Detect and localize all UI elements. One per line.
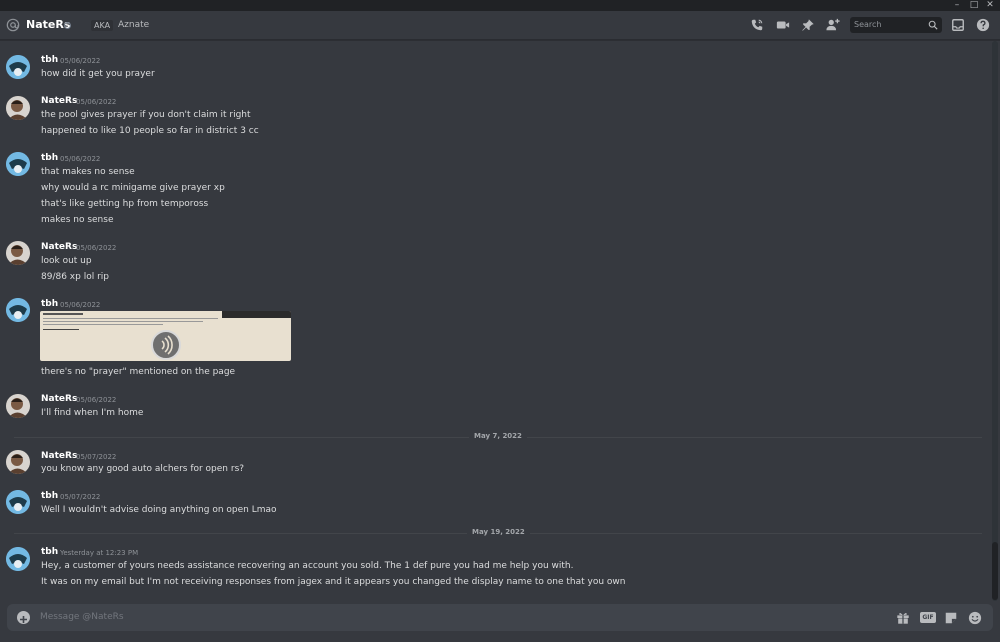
- message-author[interactable]: tbh: [41, 299, 58, 309]
- aka-nickname: Aznate: [118, 20, 150, 30]
- message-timestamp: 05/07/2022: [76, 453, 117, 461]
- emoji-icon[interactable]: [968, 611, 982, 625]
- pin-icon[interactable]: [801, 18, 815, 32]
- message-text: look out up: [41, 256, 92, 266]
- message-author[interactable]: NateRs: [41, 394, 77, 404]
- embed-text-line: [43, 329, 79, 330]
- message-timestamp: 05/06/2022: [60, 57, 101, 65]
- user-avatar[interactable]: [6, 152, 30, 176]
- message-timestamp: 05/06/2022: [76, 244, 117, 252]
- message-author[interactable]: NateRs: [41, 451, 77, 461]
- message-text: makes no sense: [41, 215, 114, 225]
- message-text: It was on my email but I'm not receiving…: [41, 577, 626, 587]
- message-text: that makes no sense: [41, 167, 135, 177]
- close-window-button[interactable]: ✕: [980, 0, 1000, 11]
- help-icon[interactable]: [976, 18, 990, 32]
- play-button[interactable]: [151, 330, 181, 360]
- message-text: Well I wouldn't advise doing anything on…: [41, 505, 277, 515]
- voice-call-icon[interactable]: [750, 18, 764, 32]
- message-text: happened to like 10 people so far in dis…: [41, 126, 259, 136]
- user-avatar[interactable]: [6, 298, 30, 322]
- embed-heading: [43, 313, 83, 315]
- date-divider-label: May 19, 2022: [467, 528, 530, 536]
- scrollbar-thumb[interactable]: [992, 542, 998, 600]
- message-author[interactable]: NateRs: [41, 242, 77, 252]
- video-call-icon[interactable]: [776, 18, 790, 32]
- embed-text-line: [43, 318, 218, 319]
- add-friend-icon[interactable]: [826, 18, 840, 32]
- message-text: that's like getting hp from tempoross: [41, 199, 209, 209]
- aka-badge: AKA: [91, 20, 114, 31]
- message-input[interactable]: Message @NateRs: [40, 612, 124, 622]
- scrollbar-track[interactable]: [992, 41, 998, 601]
- user-avatar[interactable]: [6, 547, 30, 571]
- sticker-icon[interactable]: [944, 611, 958, 625]
- message-timestamp: 05/06/2022: [60, 301, 101, 309]
- message-composer[interactable]: Message @NateRs GIF: [7, 604, 993, 631]
- message-author[interactable]: tbh: [41, 55, 58, 65]
- message-timestamp: 05/06/2022: [60, 155, 101, 163]
- message-text: Hey, a customer of yours needs assistanc…: [41, 561, 574, 571]
- message-timestamp: 05/06/2022: [76, 396, 117, 404]
- user-avatar[interactable]: [6, 241, 30, 265]
- message-timestamp: 05/07/2022: [60, 493, 101, 501]
- message-author[interactable]: tbh: [41, 491, 58, 501]
- message-text: there's no "prayer" mentioned on the pag…: [41, 367, 236, 377]
- user-avatar[interactable]: [6, 450, 30, 474]
- message-author[interactable]: tbh: [41, 547, 58, 557]
- video-attachment[interactable]: [40, 311, 291, 361]
- date-divider-label: May 7, 2022: [469, 432, 527, 440]
- user-avatar[interactable]: [6, 394, 30, 418]
- video-window-bar: [222, 311, 291, 318]
- search-icon: [928, 20, 938, 30]
- search-input[interactable]: Search: [850, 17, 942, 33]
- message-text: why would a rc minigame give prayer xp: [41, 183, 225, 193]
- gif-icon[interactable]: GIF: [920, 612, 936, 623]
- message-timestamp: Yesterday at 12:23 PM: [60, 549, 139, 557]
- user-avatar[interactable]: [6, 55, 30, 79]
- embed-text-line: [43, 321, 203, 322]
- user-avatar[interactable]: [6, 490, 30, 514]
- offline-status-icon: [64, 22, 71, 29]
- audio-waves-icon: [161, 335, 173, 355]
- inbox-icon[interactable]: [951, 18, 965, 32]
- message-text: 89/86 xp lol rip: [41, 272, 109, 282]
- message-author[interactable]: NateRs: [41, 96, 77, 106]
- gift-icon[interactable]: [896, 611, 910, 625]
- message-text: the pool gives prayer if you don't claim…: [41, 110, 251, 120]
- add-attachment-icon[interactable]: [17, 611, 30, 624]
- message-text: I'll find when I'm home: [41, 408, 144, 418]
- embed-text-line: [43, 324, 163, 325]
- search-placeholder: Search: [854, 20, 882, 29]
- message-author[interactable]: tbh: [41, 153, 58, 163]
- message-text: how did it get you prayer: [41, 69, 155, 79]
- channel-header: NateRs AKA Aznate Search: [0, 11, 1000, 40]
- user-avatar[interactable]: [6, 96, 30, 120]
- message-timestamp: 05/06/2022: [76, 98, 117, 106]
- at-icon: [6, 18, 20, 32]
- window-titlebar: – □ ✕: [0, 0, 1000, 11]
- message-text: you know any good auto alchers for open …: [41, 464, 245, 474]
